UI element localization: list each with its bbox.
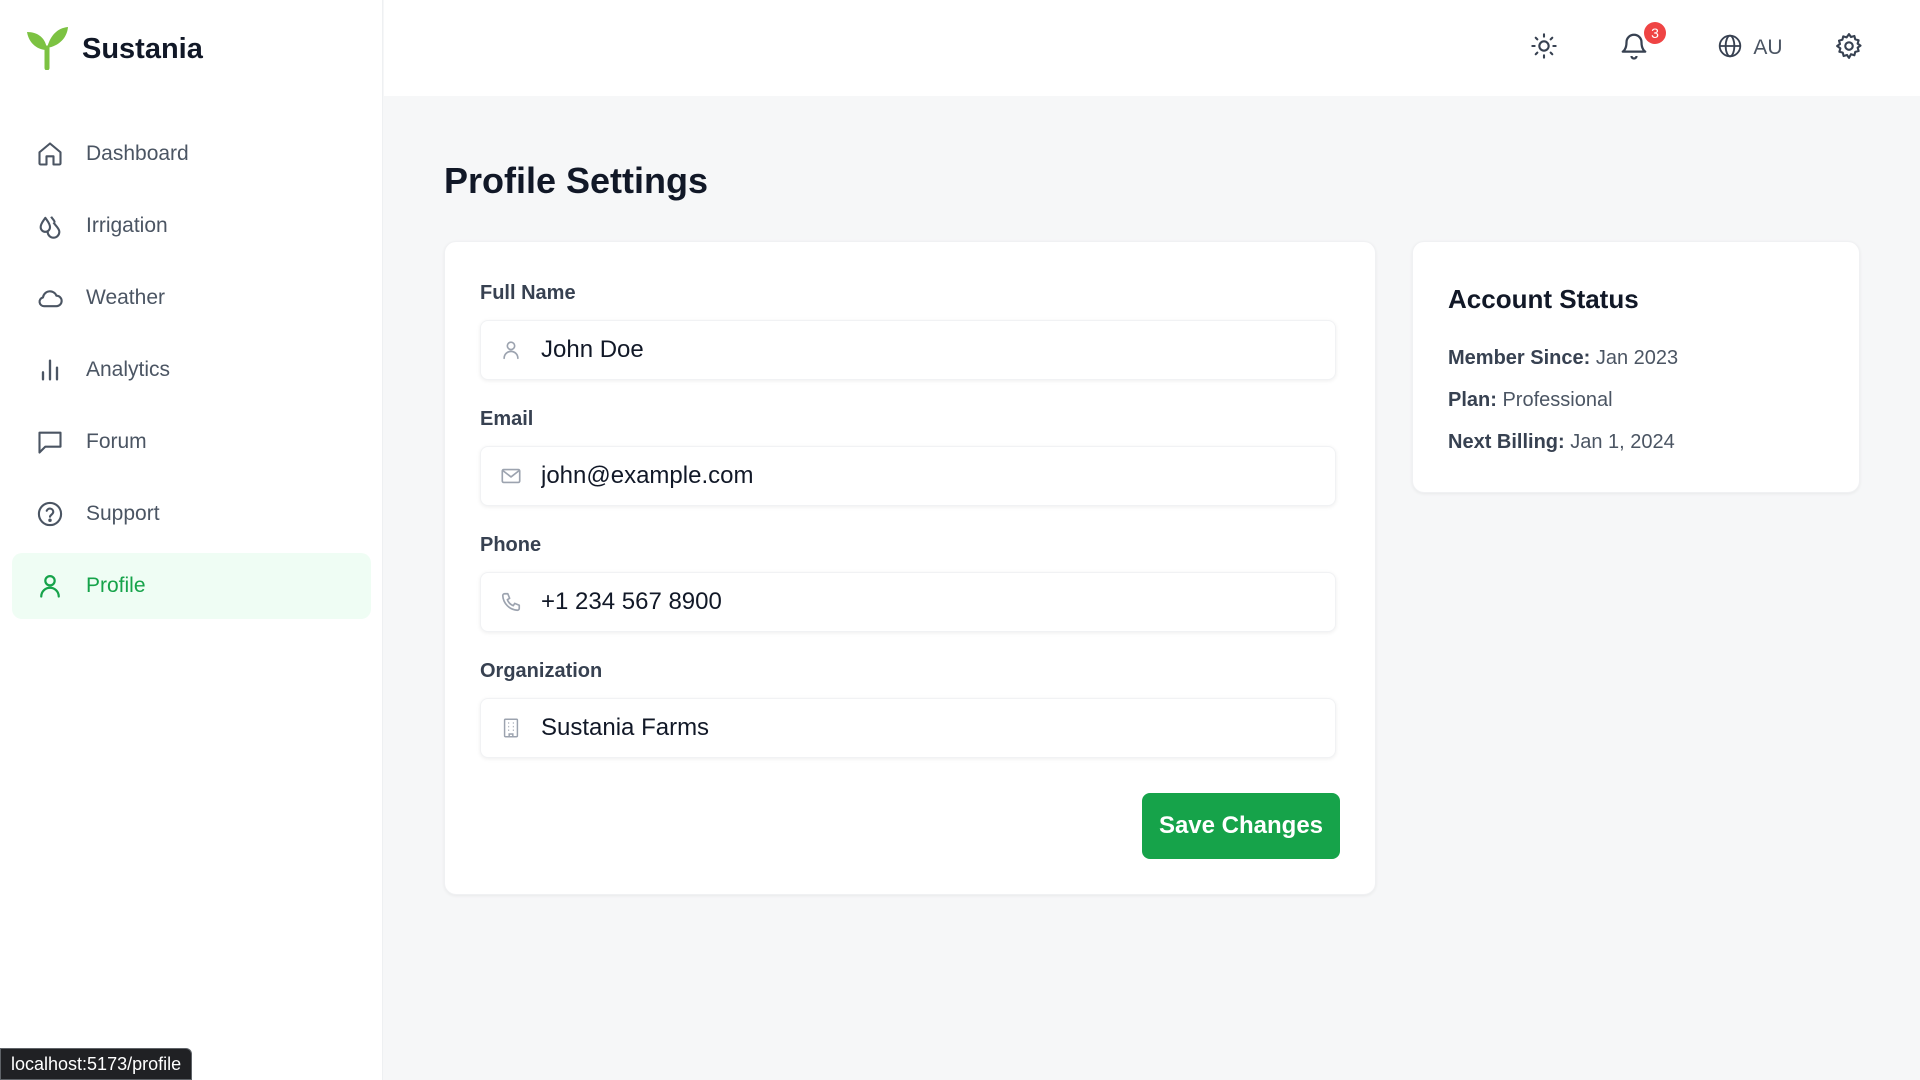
organization-input-wrapper — [480, 698, 1336, 758]
full-name-input[interactable] — [541, 336, 1321, 364]
droplets-icon — [36, 212, 64, 240]
field-label: Organization — [480, 660, 603, 682]
sidebar: Sustania Dashboard Irrigation Weather An… — [0, 0, 383, 1080]
sidebar-nav: Dashboard Irrigation Weather Analytics F… — [12, 121, 371, 625]
plan-label: Plan: — [1448, 389, 1497, 411]
sidebar-item-profile[interactable]: Profile — [12, 553, 371, 619]
sidebar-item-dashboard[interactable]: Dashboard — [12, 121, 371, 187]
link-url-tooltip: localhost:5173/profile — [0, 1048, 193, 1080]
next-billing-label: Next Billing: — [1448, 431, 1565, 453]
sidebar-item-support[interactable]: Support — [12, 481, 371, 547]
notification-count-badge: 3 — [1644, 22, 1666, 44]
top-bar: 3 AU — [384, 0, 1920, 96]
sidebar-item-label: Dashboard — [86, 142, 189, 165]
sidebar-item-analytics[interactable]: Analytics — [12, 337, 371, 403]
user-icon — [499, 338, 523, 362]
phone-field: Phone — [480, 534, 1336, 632]
profile-form-card: Full Name Email Phone Organization — [444, 241, 1376, 895]
plan-row: Plan: Professional — [1448, 389, 1613, 412]
brand-name: Sustania — [82, 33, 203, 65]
organization-field: Organization — [480, 660, 1336, 758]
member-since-row: Member Since: Jan 2023 — [1448, 347, 1678, 370]
page-title: Profile Settings — [444, 160, 709, 201]
field-label: Full Name — [480, 282, 576, 304]
brand[interactable]: Sustania — [24, 24, 203, 75]
field-label: Phone — [480, 534, 542, 556]
mail-icon — [499, 464, 523, 488]
phone-icon — [499, 590, 523, 614]
sidebar-item-label: Analytics — [86, 358, 171, 381]
settings-button[interactable] — [1829, 28, 1869, 68]
sidebar-item-label: Forum — [86, 430, 147, 453]
save-changes-button[interactable]: Save Changes — [1142, 793, 1340, 859]
member-since-label: Member Since: — [1448, 347, 1591, 369]
sidebar-item-weather[interactable]: Weather — [12, 265, 371, 331]
sidebar-item-label: Irrigation — [86, 214, 168, 237]
user-icon — [36, 572, 64, 600]
sidebar-item-irrigation[interactable]: Irrigation — [12, 193, 371, 259]
help-circle-icon — [36, 500, 64, 528]
full-name-field: Full Name — [480, 282, 1336, 380]
email-input[interactable] — [541, 462, 1321, 490]
account-status-title: Account Status — [1448, 284, 1639, 314]
sidebar-item-label: Support — [86, 502, 160, 525]
home-icon — [36, 140, 64, 168]
phone-input[interactable] — [541, 588, 1321, 616]
language-label: AU — [1753, 36, 1783, 59]
sidebar-item-label: Profile — [86, 574, 146, 597]
bar-chart-icon — [36, 356, 64, 384]
theme-toggle-button[interactable] — [1524, 28, 1564, 68]
plan-value: Professional — [1502, 389, 1613, 411]
member-since-value: Jan 2023 — [1595, 347, 1679, 369]
email-input-wrapper — [480, 446, 1336, 506]
globe-icon — [1717, 33, 1743, 64]
next-billing-row: Next Billing: Jan 1, 2024 — [1448, 431, 1675, 454]
gear-icon — [1834, 31, 1864, 66]
field-label: Email — [480, 408, 534, 430]
language-selector[interactable]: AU — [1710, 28, 1790, 68]
notifications-button[interactable]: 3 — [1614, 22, 1666, 68]
sidebar-item-label: Weather — [86, 286, 165, 309]
account-status-card: Account Status Member Since: Jan 2023 Pl… — [1412, 241, 1860, 493]
next-billing-value: Jan 1, 2024 — [1570, 431, 1675, 453]
sidebar-item-forum[interactable]: Forum — [12, 409, 371, 475]
message-square-icon — [36, 428, 64, 456]
sun-icon — [1530, 32, 1558, 65]
phone-input-wrapper — [480, 572, 1336, 632]
building-icon — [499, 716, 523, 740]
seedling-icon — [24, 24, 70, 75]
organization-input[interactable] — [541, 714, 1321, 742]
cloud-icon — [36, 284, 64, 312]
email-field: Email — [480, 408, 1336, 506]
full-name-input-wrapper — [480, 320, 1336, 380]
